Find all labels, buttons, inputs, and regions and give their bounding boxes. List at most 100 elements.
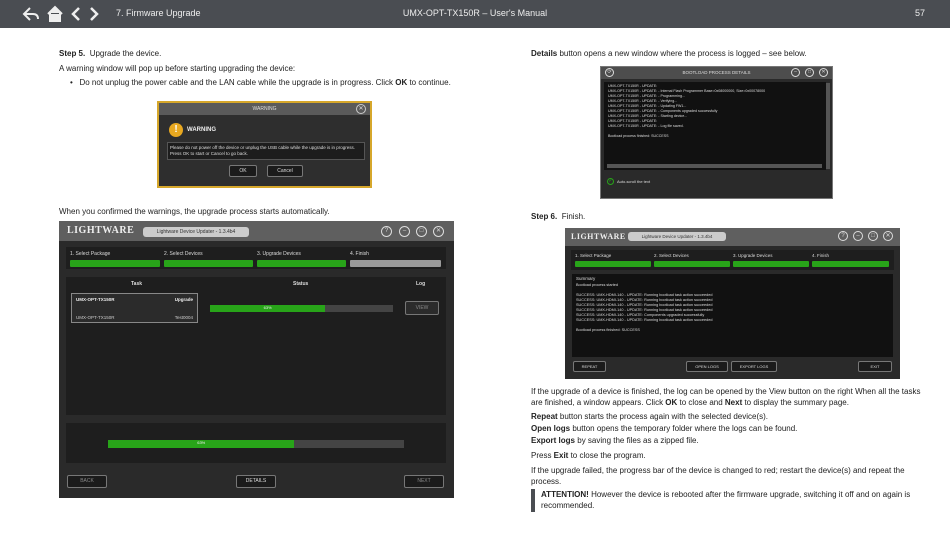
task-device: UMX-OPT-TX150R [76, 315, 115, 320]
summary-heading: Summary [576, 276, 596, 281]
bullet-item: • Do not unplug the power cable and the … [70, 78, 451, 87]
repeat-paragraph: Repeat button starts the process again w… [531, 411, 768, 422]
step-2-label: 2. Select Devices [164, 251, 203, 257]
task-progress-bar: 63% [210, 305, 393, 312]
bootload-log: UMX-OPT-TX150R - UPDATE: UMX-OPT-TX150R -… [604, 82, 826, 170]
minimize-icon[interactable]: – [853, 231, 863, 241]
summary-line: Bootload process finished: SUCCESS [576, 328, 640, 332]
warning-message: Please do not power off the device or un… [167, 142, 365, 160]
task-panel: Task Status Log UMX-OPT-TX150R Upgrade U… [66, 277, 446, 415]
summary-log: Bootload process started SUCCESS: UMX-HD… [576, 283, 889, 333]
attention-bar [531, 489, 535, 512]
step-2-bar [164, 260, 253, 267]
step-2-bar [654, 261, 730, 267]
version-label: Lightware Device Updater - 1.3.4b4 [143, 227, 249, 237]
open-logs-paragraph: Open logs button opens the temporary fol… [531, 423, 797, 434]
step-1-label: 1. Select Package [575, 253, 612, 258]
close-icon[interactable]: ✕ [433, 226, 444, 237]
attention-text: However the device is rebooted after the… [541, 490, 911, 510]
lightware-logo: LIGHTWARE [571, 232, 626, 241]
details-text: button opens a new window where the proc… [557, 49, 807, 58]
task-type: Upgrade [174, 297, 193, 302]
overall-progress-bar: 63% [108, 440, 404, 448]
autoscroll-checkbox[interactable]: ✓ [607, 178, 614, 185]
step-1-bar [70, 260, 160, 267]
maximize-icon[interactable]: □ [805, 68, 814, 77]
step-indicator: 1. Select Package 2. Select Devices 3. U… [66, 247, 446, 269]
task-column-header: Task [131, 281, 143, 287]
step6-text: Finish. [561, 212, 586, 221]
log-hscrollbar[interactable] [607, 164, 822, 168]
export-logs-term: Export logs [531, 436, 576, 445]
export-logs-button[interactable]: EXPORT LOGS [731, 361, 777, 372]
step6-line: Step 6. Finish. [531, 211, 585, 222]
exit-button[interactable]: EXIT [858, 361, 892, 372]
ok-button[interactable]: OK [229, 165, 257, 177]
help-icon[interactable]: ? [838, 231, 848, 241]
close-icon[interactable]: ✕ [883, 231, 893, 241]
task-progress-fill: 63% [210, 305, 326, 312]
p1-next: Next [724, 398, 743, 407]
maximize-icon[interactable]: □ [868, 231, 878, 241]
details-description: Details button opens a new window where … [531, 48, 807, 59]
bullet-tail: to continue. [407, 78, 451, 87]
minimize-icon[interactable]: – [791, 68, 800, 77]
log-column-header: Log [416, 281, 426, 287]
details-button[interactable]: DETAILS [236, 475, 276, 488]
task-name: UMX-OPT-TX150R [76, 297, 115, 302]
lightware-logo: LIGHTWARE [67, 225, 135, 236]
version-label: Lightware Device Updater - 1.3.4b4 [628, 232, 726, 241]
page-number: 57 [914, 8, 925, 18]
bullet-ok: OK [395, 78, 408, 87]
log-scrollbar[interactable] [826, 83, 830, 169]
warn-intro: A warning window will pop up before star… [59, 64, 296, 73]
finish-paragraph: If the upgrade of a device is finished, … [531, 386, 928, 408]
warning-dialog: WARNING ✕ ! WARNING Please do not power … [157, 101, 372, 188]
view-button[interactable]: VIEW [405, 301, 439, 315]
attention-term: ATTENTION! [541, 490, 589, 499]
repeat-term: Repeat [531, 412, 558, 421]
exit-paragraph: Press Exit to close the program. [531, 450, 646, 461]
p1-end: to display the summary page. [742, 398, 849, 407]
confirm-text: When you confirmed the warnings, the upg… [59, 207, 330, 216]
maximize-icon[interactable]: □ [416, 226, 427, 237]
repeat-button[interactable]: REPEAT [573, 361, 606, 372]
step-3-bar [733, 261, 809, 267]
close-icon[interactable]: ✕ [819, 68, 828, 77]
finish-header: LIGHTWARE Lightware Device Updater - 1.3… [565, 228, 900, 246]
step-1-label: 1. Select Package [70, 251, 111, 257]
step-4-label: 4. Finish [812, 253, 830, 258]
exit-text: to close the program. [568, 451, 646, 460]
open-logs-term: Open logs [531, 424, 571, 433]
step5-line: Step 5. Upgrade the device. [59, 48, 161, 59]
details-term: Details [531, 49, 558, 58]
warning-dialog-title: WARNING [159, 103, 370, 115]
bullet-text: Do not unplug the power cable and the LA… [79, 78, 396, 87]
p1-mid: to close and [677, 398, 725, 407]
close-icon[interactable]: ✕ [356, 104, 366, 114]
task-id: Test0004 [174, 315, 193, 320]
step-2-label: 2. Select Devices [654, 253, 689, 258]
attention-note: ATTENTION! However the device is reboote… [541, 489, 929, 511]
step-4-label: 4. Finish [350, 251, 369, 257]
next-button[interactable]: NEXT [404, 475, 444, 488]
finish-window: LIGHTWARE Lightware Device Updater - 1.3… [565, 228, 900, 379]
log-line: Bootload process finished: SUCCESS [608, 134, 669, 138]
open-logs-button[interactable]: OPEN LOGS [686, 361, 728, 372]
app-icon: ⟳ [605, 68, 614, 77]
minimize-icon[interactable]: – [399, 226, 410, 237]
step-1-bar [575, 261, 651, 267]
repeat-text: button starts the process again with the… [557, 412, 769, 421]
warning-icon: ! [169, 123, 183, 137]
step5-number: Step 5. [59, 49, 86, 58]
summary-panel: Summary Bootload process started SUCCESS… [572, 274, 893, 357]
back-button[interactable]: BACK [67, 475, 107, 488]
overall-progress-fill: 63% [108, 440, 295, 448]
help-icon[interactable]: ? [381, 226, 392, 237]
step-indicator: 1. Select Package 2. Select Devices 3. U… [571, 250, 894, 270]
export-logs-text: by saving the files as a zipped file. [575, 436, 699, 445]
task-row[interactable]: UMX-OPT-TX150R Upgrade UMX-OPT-TX150R Te… [71, 293, 198, 323]
cancel-button[interactable]: Cancel [267, 165, 303, 177]
device-updater-window: LIGHTWARE Lightware Device Updater - 1.3… [59, 221, 454, 498]
step-4-bar [350, 260, 441, 267]
